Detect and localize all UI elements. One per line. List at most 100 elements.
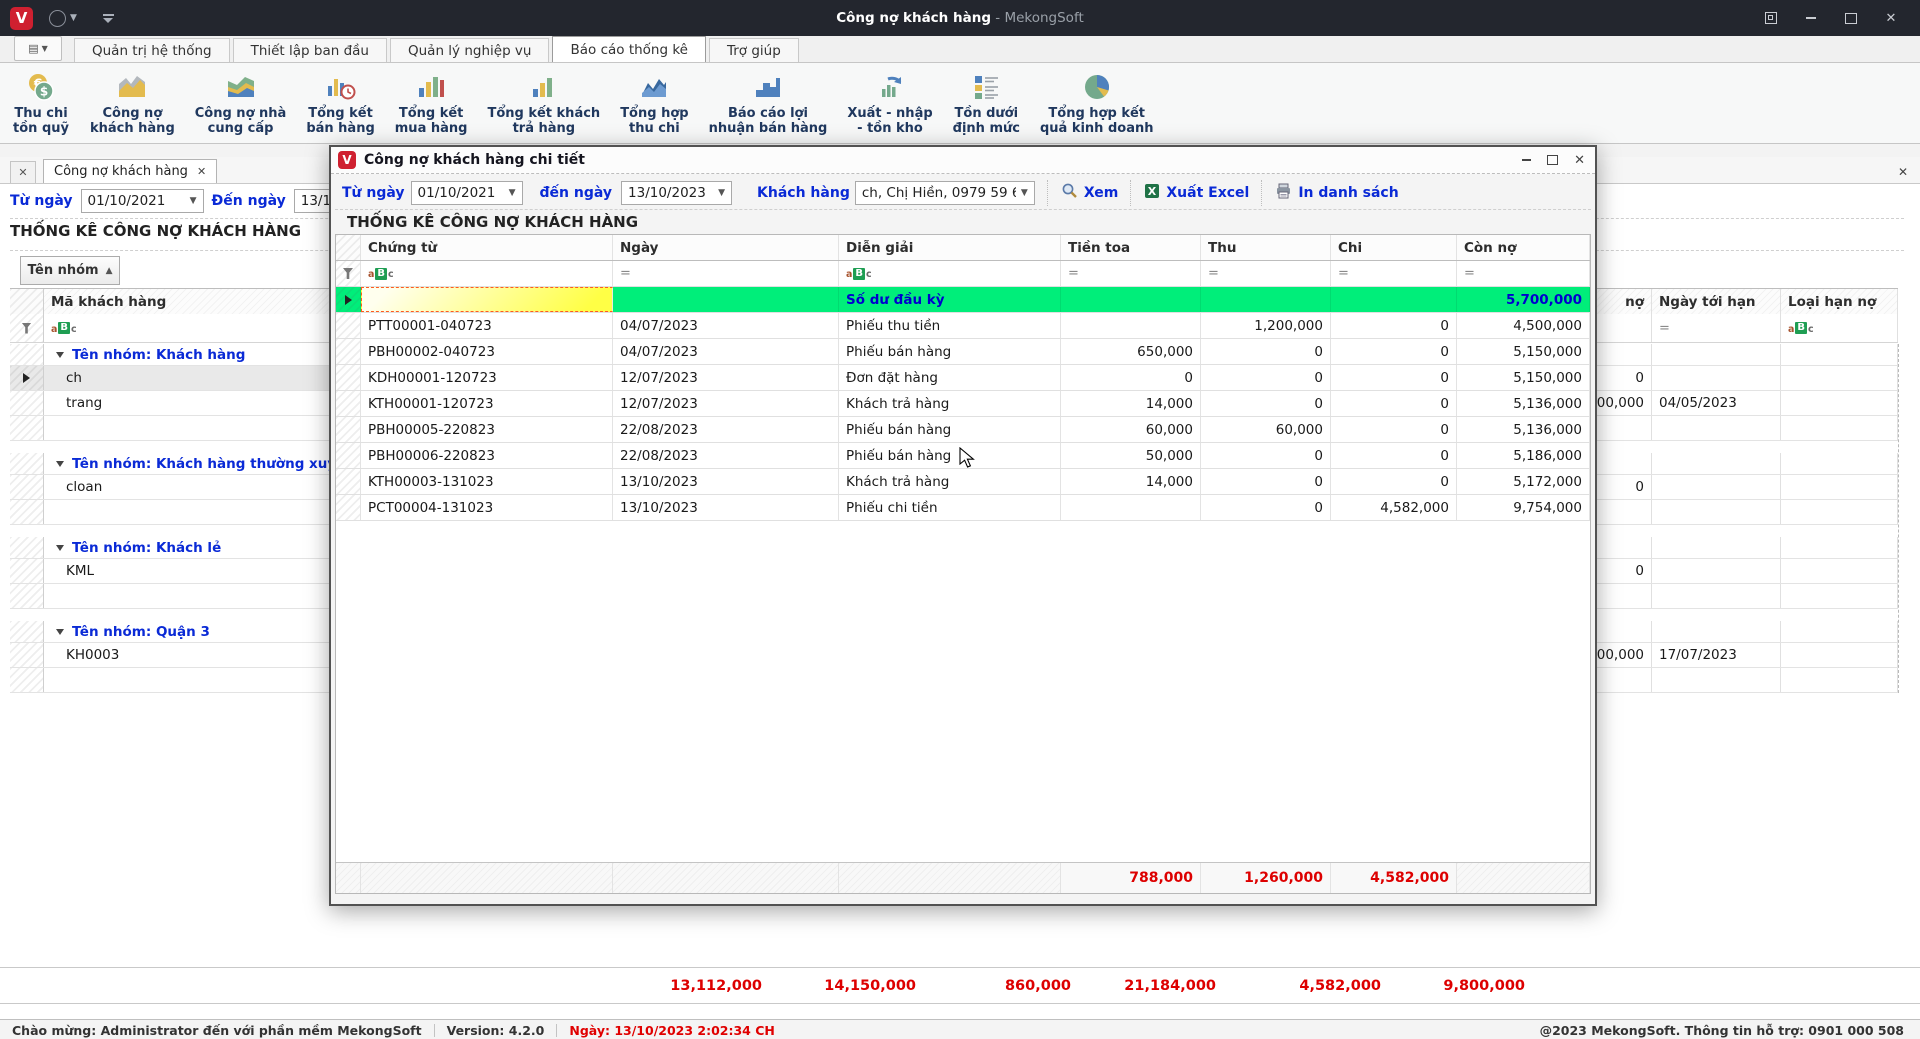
tab-close-icon[interactable]: ✕ <box>197 165 206 178</box>
footer-cell <box>1457 863 1590 893</box>
column-header-no[interactable]: nợ <box>1593 289 1652 315</box>
column-header[interactable]: Thu <box>1201 235 1331 260</box>
opening-balance-row[interactable]: Số dư đầu kỳ5,700,000 <box>336 287 1590 313</box>
ribbon-button[interactable]: Báo cáo lợi nhuận bán hàng <box>699 69 838 137</box>
customer-row-right[interactable]: 0 <box>1593 366 1898 391</box>
dialog-maximize-button[interactable] <box>1547 155 1558 165</box>
column-header[interactable]: Chi <box>1331 235 1457 260</box>
dialog-to-date-combo[interactable]: 13/10/2023▼ <box>621 181 732 205</box>
group-by-chip[interactable]: Tên nhóm▲ <box>20 256 120 285</box>
row-indicator <box>10 391 44 415</box>
column-header[interactable]: Chứng từ <box>361 235 613 260</box>
ribbon-button[interactable]: Công nợ nhà cung cấp <box>185 69 297 137</box>
voucher-row[interactable]: KDH00001-12072312/07/2023Đơn đặt hàng000… <box>336 365 1590 391</box>
filter-cell[interactable]: = <box>1331 261 1457 286</box>
app-logo-icon[interactable]: V <box>10 7 33 30</box>
row-indicator <box>10 366 44 390</box>
footer-total-value: 788,000 <box>1061 863 1201 893</box>
detail-grid-header: Chứng từNgàyDiễn giảiTiền toaThuChiCòn n… <box>336 235 1590 261</box>
inventory-flow-icon <box>873 70 907 104</box>
dialog-title-bar[interactable]: V Công nợ khách hàng chi tiết ✕ <box>331 147 1595 174</box>
row-indicator <box>10 643 44 667</box>
chevron-down-icon[interactable]: ▼ <box>70 13 77 23</box>
focused-cell[interactable] <box>361 287 613 312</box>
footer-total-value: 4,582,000 <box>1331 863 1457 893</box>
minimize-button[interactable] <box>1804 11 1818 25</box>
filter-cell[interactable]: = <box>613 261 839 286</box>
filter-cell[interactable]: = <box>1652 314 1781 342</box>
ribbon-toolbar: €$Thu chi tồn quỹCông nợ khách hàngCông … <box>0 63 1920 144</box>
filter-cell[interactable]: = <box>1201 261 1331 286</box>
customer-row-right[interactable]: 0 <box>1593 475 1898 500</box>
view-button[interactable]: Xem <box>1061 182 1119 203</box>
menu-tab[interactable]: Trợ giúp <box>709 38 799 62</box>
collapse-icon[interactable] <box>56 629 64 635</box>
dialog-close-button[interactable]: ✕ <box>1574 153 1585 168</box>
window-title: Công nợ khách hàng - MekongSoft <box>0 10 1920 26</box>
sort-asc-icon: ▲ <box>106 266 113 276</box>
column-header[interactable]: Còn nợ <box>1457 235 1590 260</box>
docbar-close-icon[interactable]: ✕ <box>1898 165 1908 179</box>
customer-row-right[interactable]: 0 <box>1593 559 1898 584</box>
tab-list-close-icon[interactable]: ✕ <box>10 161 36 183</box>
ribbon-button[interactable]: Công nợ khách hàng <box>80 69 185 137</box>
ribbon-button[interactable]: Tồn dưới định mức <box>943 69 1030 137</box>
voucher-row[interactable]: PTT00001-04072304/07/2023Phiếu thu tiền1… <box>336 313 1590 339</box>
customer-combo[interactable]: ch, Chị Hiền, 0979 59 69...▼ <box>855 181 1035 205</box>
ribbon-button[interactable]: Tổng kết bán hàng <box>296 69 384 137</box>
ribbon-button-label: Tổng kết khách trả hàng <box>487 106 600 136</box>
voucher-row[interactable]: PBH00006-22082322/08/2023Phiếu bán hàng5… <box>336 443 1590 469</box>
status-bar: Chào mừng: Administrator đến với phần mề… <box>0 1019 1920 1039</box>
filter-cell[interactable]: = <box>1061 261 1201 286</box>
dialog-from-date-combo[interactable]: 01/10/2021▼ <box>411 181 523 205</box>
svg-text:$: $ <box>40 85 48 99</box>
report-title: THỐNG KÊ CÔNG NỢ KHÁCH HÀNG <box>10 222 301 240</box>
menu-tab[interactable]: Quản lý nghiệp vụ <box>390 38 549 62</box>
sales-summary-icon <box>324 70 358 104</box>
ribbon-button[interactable]: Tổng hợp kết quả kinh doanh <box>1030 69 1164 137</box>
column-header[interactable]: Diễn giải <box>839 235 1061 260</box>
voucher-row[interactable]: KTH00001-12072312/07/2023Khách trả hàng1… <box>336 391 1590 417</box>
filter-cell[interactable]: aBc <box>361 261 613 286</box>
filter-cell[interactable]: aBc <box>1781 314 1898 342</box>
print-list-button[interactable]: In danh sách <box>1275 183 1398 203</box>
maximize-button[interactable] <box>1844 11 1858 25</box>
collapse-icon[interactable] <box>56 545 64 551</box>
quick-access-circle-icon[interactable] <box>49 10 66 27</box>
customer-row-right[interactable]: ,000,00017/07/2023 <box>1593 643 1898 668</box>
voucher-row[interactable]: PBH00002-04072304/07/2023Phiếu bán hàng6… <box>336 339 1590 365</box>
detail-grid-filter-row: aBc=aBc==== <box>336 261 1590 287</box>
filter-funnel-icon[interactable] <box>10 314 44 342</box>
collapse-icon[interactable] <box>56 461 64 467</box>
voucher-row[interactable]: KTH00003-13102313/10/2023Khách trả hàng1… <box>336 469 1590 495</box>
filter-funnel-icon[interactable] <box>336 261 361 286</box>
voucher-row[interactable]: PCT00004-13102313/10/2023Phiếu chi tiền0… <box>336 495 1590 521</box>
voucher-row[interactable]: PBH00005-22082322/08/2023Phiếu bán hàng6… <box>336 417 1590 443</box>
filter-cell[interactable]: aBc <box>839 261 1061 286</box>
export-excel-button[interactable]: X Xuất Excel <box>1144 183 1249 203</box>
close-button[interactable]: ✕ <box>1884 11 1898 25</box>
dialog-minimize-button[interactable] <box>1522 159 1531 161</box>
column-header[interactable]: Tiền toa <box>1061 235 1201 260</box>
ribbon-button[interactable]: Tổng kết mua hàng <box>385 69 478 137</box>
from-date-label: Từ ngày <box>10 193 73 209</box>
customer-row-right[interactable]: ,000,00004/05/2023 <box>1593 391 1898 416</box>
menu-tab[interactable]: Thiết lập ban đầu <box>233 38 387 62</box>
from-date-combo[interactable]: 01/10/2021▼ <box>81 189 204 213</box>
ribbon-button[interactable]: Xuất - nhập - tồn kho <box>837 69 942 137</box>
filter-cell[interactable] <box>1593 314 1652 342</box>
filter-cell[interactable]: = <box>1457 261 1590 286</box>
menu-tab[interactable]: Báo cáo thống kê <box>552 36 706 62</box>
toolbar-customize-icon[interactable] <box>103 14 114 23</box>
column-header[interactable]: Ngày <box>613 235 839 260</box>
menu-tab[interactable]: Quản trị hệ thống <box>74 38 230 62</box>
column-header-ngay-toi-han[interactable]: Ngày tới hạn <box>1652 289 1781 315</box>
application-menu-button[interactable]: ▤▼ <box>14 36 62 61</box>
fullscreen-button[interactable] <box>1764 11 1778 25</box>
collapse-icon[interactable] <box>56 352 64 358</box>
column-header-loai-han-no[interactable]: Loại hạn nợ <box>1781 289 1898 315</box>
ribbon-button[interactable]: Tổng hợp thu chi <box>610 69 698 137</box>
document-tab-congno[interactable]: Công nợ khách hàng ✕ <box>43 159 217 183</box>
ribbon-button[interactable]: Tổng kết khách trả hàng <box>477 69 610 137</box>
ribbon-button[interactable]: €$Thu chi tồn quỹ <box>2 69 80 137</box>
